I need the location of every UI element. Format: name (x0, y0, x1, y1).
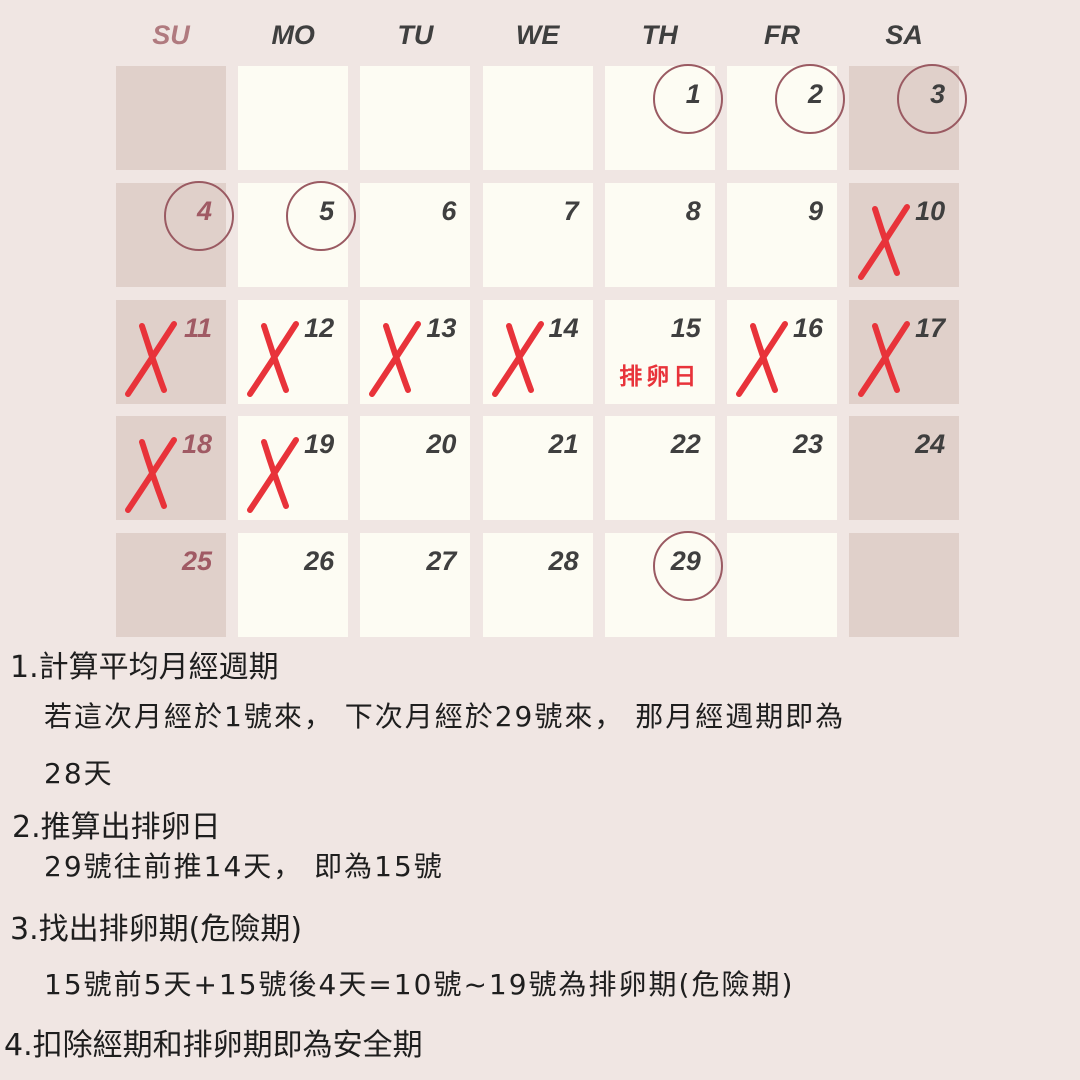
day-cell-14: 14 (482, 299, 593, 404)
weekday-header-we: WE (515, 20, 560, 50)
step3-title: 3.找出排卵期(危險期) (10, 912, 303, 947)
ovulation-day-label: 排卵日 (619, 363, 701, 390)
day-number: 17 (915, 312, 946, 343)
cross-mark (491, 320, 544, 397)
cross-mark (736, 320, 788, 397)
empty-day-cell (727, 533, 837, 638)
day-cell-25: 25 (116, 533, 226, 638)
day-number: 6 (441, 195, 457, 226)
day-cell-13: 13 (360, 299, 471, 404)
cross-mark (858, 203, 911, 280)
day-cell-3: 3 (849, 64, 968, 170)
day-number: 25 (181, 546, 212, 577)
day-cell-9: 9 (727, 182, 837, 287)
day-cell-16: 16 (727, 299, 837, 404)
day-cell-1: 1 (604, 64, 723, 170)
step2-body: 29號往前推14天， 即為15號 (44, 850, 444, 883)
day-cell-12: 12 (238, 299, 349, 404)
day-cell-8: 8 (604, 182, 715, 287)
day-number: 19 (304, 429, 335, 460)
day-cell-27: 27 (360, 533, 471, 638)
cross-mark (247, 437, 300, 514)
day-number: 16 (792, 312, 823, 343)
empty-day-cell (482, 66, 593, 170)
day-number: 23 (792, 429, 823, 460)
cross-mark (369, 320, 422, 397)
day-number: 10 (915, 195, 946, 226)
day-number: 28 (548, 546, 579, 577)
step3-body: 15號前5天+15號後4天=10號~19號為排卵期(危險期) (44, 968, 795, 1001)
weekday-header-sa: SA (885, 20, 923, 50)
empty-day-cell (116, 66, 226, 170)
day-number: 7 (563, 195, 579, 226)
step4-title: 4.扣除經期和排卵期即為安全期 (4, 1028, 423, 1063)
day-number: 9 (807, 195, 823, 226)
day-number: 11 (183, 312, 212, 343)
day-cell-29: 29 (604, 531, 723, 638)
circle-mark (652, 531, 723, 602)
empty-day-cell (238, 66, 349, 170)
day-number: 27 (426, 546, 457, 577)
day-cell-18: 18 (116, 416, 226, 521)
day-number: 22 (670, 429, 701, 460)
day-number: 14 (548, 312, 579, 343)
empty-day-cell (849, 533, 960, 638)
day-cell-19: 19 (238, 416, 349, 521)
day-cell-4: 4 (116, 180, 234, 287)
circle-mark (775, 64, 845, 134)
cross-mark (125, 437, 177, 514)
empty-day-cell (360, 66, 471, 170)
circle-mark (164, 180, 234, 251)
weekday-header-fr: FR (764, 20, 800, 50)
day-number: 15 (670, 312, 701, 343)
day-cell-24: 24 (849, 416, 960, 521)
step1-body-line2: 28天 (44, 757, 114, 790)
day-cell-11: 11 (116, 299, 226, 404)
weekday-header-mo: MO (271, 20, 315, 50)
day-number: 12 (304, 312, 335, 343)
cross-mark (247, 320, 300, 397)
day-cell-10: 10 (849, 182, 960, 287)
day-cell-22: 22 (604, 416, 715, 521)
step1-body-line1: 若這次月經於1號來， 下次月經於29號來， 那月經週期即為 (44, 700, 846, 733)
day-cell-6: 6 (360, 182, 471, 287)
cross-mark (125, 320, 177, 397)
step1-title: 1.計算平均月經週期 (10, 650, 279, 685)
day-cell-2: 2 (727, 64, 845, 170)
day-number: 13 (426, 312, 457, 343)
weekday-header-su: SU (152, 20, 190, 50)
day-cell-20: 20 (360, 416, 471, 521)
day-cell-5: 5 (238, 180, 357, 287)
day-cell-23: 23 (727, 416, 837, 521)
day-number: 24 (915, 429, 946, 460)
day-number: 8 (685, 195, 701, 226)
cross-mark (858, 320, 911, 397)
day-cell-26: 26 (238, 533, 349, 638)
day-number: 26 (304, 546, 335, 577)
circle-mark (652, 64, 723, 134)
circle-mark (897, 64, 968, 134)
weekday-header-th: TH (641, 20, 678, 50)
day-cell-21: 21 (482, 416, 593, 521)
day-number: 18 (181, 429, 212, 460)
circle-mark (286, 180, 357, 251)
step2-title: 2.推算出排卵日 (12, 810, 221, 845)
day-number: 20 (426, 429, 457, 460)
day-cell-15: 15 排卵日 (604, 299, 715, 404)
weekday-header-tu: TU (397, 20, 434, 50)
day-cell-17: 17 (849, 299, 960, 404)
day-number: 21 (548, 429, 579, 460)
day-cell-7: 7 (482, 182, 593, 287)
day-cell-28: 28 (482, 533, 593, 638)
